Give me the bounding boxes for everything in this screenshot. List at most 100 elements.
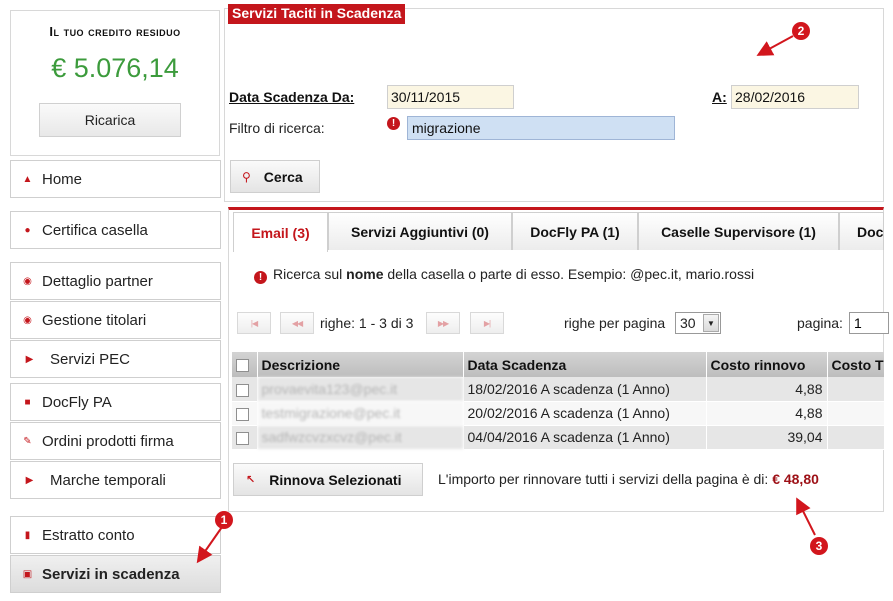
costo-cell: 4,88 xyxy=(706,401,828,426)
next-page-button[interactable]: ▶▶ xyxy=(426,312,460,334)
credit-title: Il tuo credito residuo xyxy=(49,24,181,39)
table-row: provaevita123@pec.it 18/02/2016 A scaden… xyxy=(232,377,885,402)
table-row: sadfwzcvzxcvz@pec.it 04/04/2016 A scaden… xyxy=(232,425,885,450)
results-table: Descrizione Data Scadenza Costo rinnovo … xyxy=(232,352,885,450)
search-button[interactable]: ⚲ Cerca xyxy=(230,160,320,193)
sidebar-item-label: Servizi in scadenza xyxy=(42,565,180,583)
calendar-icon: ▣ xyxy=(22,568,33,580)
hint-suffix: della casella o parte di esso. Esempio: … xyxy=(383,266,755,282)
renew-button-label: Rinnova Selezionati xyxy=(269,471,402,488)
panel-title: Servizi Taciti in Scadenza xyxy=(228,4,406,24)
import-text: L'importo per rinnovare tutti i servizi … xyxy=(438,471,769,487)
rows-info: righe: 1 - 3 di 3 xyxy=(320,315,414,331)
tab-doc[interactable]: Doc xyxy=(839,212,884,250)
user-icon: ◉ xyxy=(23,314,32,326)
statement-icon: ▮ xyxy=(24,529,31,541)
descrizione-cell: sadfwzcvzxcvz@pec.it xyxy=(257,425,464,450)
column-header[interactable]: Descrizione xyxy=(257,352,464,377)
tab-caselle-supervisore[interactable]: Caselle Supervisore (1) xyxy=(638,212,839,250)
date-from-label: Data Scadenza Da: xyxy=(229,89,355,105)
tab-servizi-aggiuntivi[interactable]: Servizi Aggiuntivi (0) xyxy=(328,212,512,250)
renew-selected-button[interactable]: ↖ Rinnova Selezionati xyxy=(233,463,423,496)
prev-page-button[interactable]: ◀◀ xyxy=(280,312,314,334)
home-icon: ▲ xyxy=(22,173,33,185)
sidebar-item-label: Ordini prodotti firma xyxy=(42,432,174,450)
sidebar-item-estratto-conto[interactable]: ▮ Estratto conto xyxy=(10,516,221,554)
tab-email[interactable]: Email (3) xyxy=(233,212,328,252)
user-icon: ◉ xyxy=(23,275,32,287)
rows-per-page-label: righe per pagina xyxy=(564,315,666,331)
recharge-button[interactable]: Ricarica xyxy=(39,103,181,137)
costo-t-cell xyxy=(827,377,885,402)
sidebar-item-label: Servizi PEC xyxy=(50,350,131,368)
row-checkbox[interactable] xyxy=(236,383,249,397)
rows-per-page-value: 30 xyxy=(680,315,696,331)
data-scadenza-cell: 04/04/2016 A scadenza (1 Anno) xyxy=(463,425,707,450)
sidebar-item-certifica-casella[interactable]: ● Certifica casella xyxy=(10,211,221,249)
sidebar-item-marche-temporali[interactable]: ▶ Marche temporali xyxy=(10,461,221,499)
chevron-down-icon: ▼ xyxy=(703,314,719,332)
costo-cell: 4,88 xyxy=(706,377,828,402)
row-checkbox[interactable] xyxy=(236,407,249,421)
descrizione-cell: provaevita123@pec.it xyxy=(257,377,464,402)
column-header[interactable]: Data Scadenza xyxy=(463,352,707,377)
sidebar-item-label: Gestione titolari xyxy=(42,311,147,329)
date-to-input[interactable] xyxy=(731,85,859,109)
tab-docfly-pa[interactable]: DocFly PA (1) xyxy=(512,212,638,250)
sidebar-item-gestione-titolari[interactable]: ◉ Gestione titolari xyxy=(10,301,221,339)
costo-cell: 39,04 xyxy=(706,425,828,450)
arrow-icon: ↖ xyxy=(246,474,256,486)
search-label: Filtro di ricerca: xyxy=(229,120,325,136)
first-page-button[interactable]: |◀ xyxy=(237,312,271,334)
data-scadenza-cell: 18/02/2016 A scadenza (1 Anno) xyxy=(463,377,707,402)
column-header[interactable]: Costo rinnovo xyxy=(706,352,828,377)
sidebar-item-label: Estratto conto xyxy=(42,526,135,544)
date-from-input[interactable] xyxy=(387,85,514,109)
chevron-right-icon: ▶ xyxy=(25,353,34,365)
search-hint: ! Ricerca sul nome della casella o parte … xyxy=(254,266,755,284)
rows-per-page-select[interactable]: 30 ▼ xyxy=(675,312,721,334)
folder-icon: ■ xyxy=(24,396,31,408)
info-icon: ! xyxy=(254,271,267,284)
date-to-label: A: xyxy=(712,89,727,105)
table-header: Descrizione Data Scadenza Costo rinnovo … xyxy=(232,352,885,377)
checkbox-cell xyxy=(232,377,258,402)
select-all-checkbox[interactable] xyxy=(236,359,249,373)
sidebar-item-label: Certifica casella xyxy=(42,221,148,239)
costo-t-cell xyxy=(827,401,885,426)
descrizione-cell: testmigrazione@pec.it xyxy=(257,401,464,426)
row-checkbox[interactable] xyxy=(236,431,249,445)
annotation-marker-1: 1 xyxy=(215,511,233,529)
sidebar-item-docfly-pa[interactable]: ■ DocFly PA xyxy=(10,383,221,421)
sidebar-item-dettaglio-partner[interactable]: ◉ Dettaglio partner xyxy=(10,262,221,300)
pen-icon: ✎ xyxy=(23,435,32,447)
chevron-right-icon: ▶ xyxy=(25,474,34,486)
table-row: testmigrazione@pec.it 20/02/2016 A scade… xyxy=(232,401,885,426)
sidebar-item-label: Home xyxy=(42,170,83,188)
page-label: pagina: xyxy=(797,315,843,331)
sidebar-item-label: DocFly PA xyxy=(42,393,112,411)
search-button-label: Cerca xyxy=(263,168,303,185)
last-page-button[interactable]: ▶| xyxy=(470,312,504,334)
certify-icon: ● xyxy=(24,224,31,236)
hint-bold: nome xyxy=(346,266,384,282)
select-all-cell xyxy=(232,352,258,377)
search-icon: ⚲ xyxy=(242,169,251,184)
data-scadenza-cell: 20/02/2016 A scadenza (1 Anno) xyxy=(463,401,707,426)
sidebar-item-servizi-pec[interactable]: ▶ Servizi PEC xyxy=(10,340,221,378)
checkbox-cell xyxy=(232,401,258,426)
search-input[interactable] xyxy=(407,116,675,140)
import-value: € 48,80 xyxy=(772,471,819,487)
credit-box: Il tuo credito residuo € 5.076,14 Ricari… xyxy=(10,10,220,156)
sidebar-item-servizi-in-scadenza[interactable]: ▣ Servizi in scadenza xyxy=(10,555,221,593)
info-icon: ! xyxy=(387,117,400,130)
column-header[interactable]: Costo T xyxy=(827,352,885,377)
costo-t-cell xyxy=(827,425,885,450)
page-input[interactable] xyxy=(849,312,889,334)
hint-prefix: Ricerca sul xyxy=(273,266,347,282)
sidebar-item-label: Dettaglio partner xyxy=(42,272,153,290)
sidebar-item-home[interactable]: ▲ Home xyxy=(10,160,221,198)
annotation-marker-3: 3 xyxy=(810,537,828,555)
sidebar-item-label: Marche temporali xyxy=(50,471,166,489)
sidebar-item-ordini-prodotti-firma[interactable]: ✎ Ordini prodotti firma xyxy=(10,422,221,460)
